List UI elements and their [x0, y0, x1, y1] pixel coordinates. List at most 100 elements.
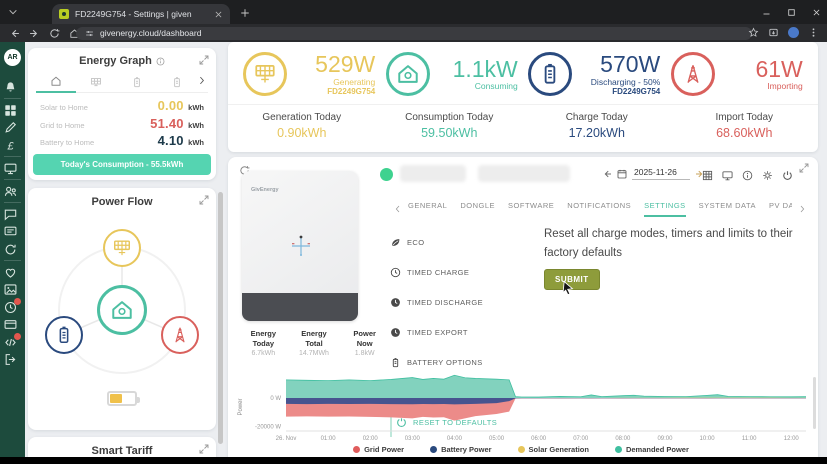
maximize-icon[interactable] — [787, 8, 796, 17]
tab-battery-icon[interactable] — [117, 73, 157, 92]
chat-icon[interactable] — [4, 208, 17, 221]
monitor-icon[interactable] — [4, 162, 17, 175]
date-field[interactable]: 2025-11-26 — [632, 167, 690, 180]
page-scrollbar[interactable] — [218, 192, 223, 444]
svg-text:£: £ — [6, 140, 14, 152]
svg-text:10:00: 10:00 — [700, 436, 716, 442]
info-icon[interactable] — [156, 57, 165, 66]
reset-description: Reset all charge modes, timers and limit… — [544, 225, 818, 263]
tab-general[interactable]: GENERAL — [408, 201, 447, 217]
extensions-icon[interactable] — [768, 27, 779, 38]
tabs-scroll-right-icon[interactable] — [798, 205, 806, 213]
tab-settings[interactable]: SETTINGS — [644, 201, 686, 217]
address-bar[interactable]: givenergy.cloud/dashboard — [76, 27, 752, 40]
profile-avatar[interactable] — [788, 27, 799, 38]
clockdark-icon — [390, 297, 401, 308]
new-tab-icon[interactable] — [240, 8, 250, 18]
grid-icon[interactable] — [4, 104, 17, 117]
tab-dongle[interactable]: DONGLE — [460, 201, 495, 217]
image-icon[interactable] — [4, 283, 17, 296]
energy-row-label: Battery to Home — [40, 138, 94, 147]
svg-text:09:00: 09:00 — [657, 436, 673, 442]
prev-day-icon[interactable] — [602, 169, 612, 179]
stats-card: 529WGeneratingFD2249G7541.1kWConsuming57… — [228, 42, 818, 152]
clock-icon — [390, 267, 401, 278]
logout-icon[interactable] — [4, 353, 17, 366]
clockdark-icon — [390, 327, 401, 338]
tab-search-icon[interactable] — [8, 7, 18, 17]
stat-power: 61W — [755, 57, 802, 81]
expand-icon[interactable] — [199, 444, 209, 454]
tab-home-icon[interactable] — [36, 72, 76, 93]
stat-card: 61WImporting — [666, 52, 809, 96]
reload-icon[interactable] — [49, 28, 60, 39]
power-flow-card: Power Flow — [28, 188, 216, 430]
menu-timed-discharge[interactable]: TIMED DISCHARGE — [390, 287, 538, 317]
info-icon[interactable] — [742, 170, 753, 181]
tab-system-data[interactable]: SYSTEM DATA — [699, 201, 756, 217]
tab-close-icon[interactable] — [214, 10, 223, 19]
card-icon[interactable] — [4, 318, 17, 331]
close-icon[interactable] — [812, 8, 821, 17]
clock-icon[interactable] — [4, 301, 17, 314]
pylon-icon — [671, 52, 715, 96]
battery-node-icon[interactable] — [45, 316, 83, 354]
message-icon[interactable] — [4, 225, 17, 238]
avatar[interactable]: AR — [4, 49, 21, 66]
expand-icon[interactable] — [799, 163, 809, 173]
pencil-icon[interactable] — [4, 121, 17, 134]
home-node-icon[interactable] — [97, 285, 147, 335]
browser-tab[interactable]: FD2249G754 - Settings | given — [52, 4, 230, 24]
bookmark-icon[interactable] — [748, 27, 759, 38]
expand-icon[interactable] — [199, 55, 209, 65]
tabs-scroll-left-icon[interactable] — [394, 205, 402, 213]
sync-icon[interactable] — [4, 243, 17, 256]
menu-timed-export[interactable]: TIMED EXPORT — [390, 317, 538, 347]
calendar-icon[interactable] — [617, 169, 627, 179]
code-icon[interactable] — [4, 336, 17, 349]
browser-menu-icon[interactable] — [808, 27, 819, 38]
data-table-icon[interactable] — [702, 170, 713, 181]
users-icon[interactable] — [4, 185, 17, 198]
svg-text:0 W: 0 W — [270, 396, 281, 402]
stat-today-value: 0.90kWh — [228, 126, 376, 140]
meter-label: PowerNow — [339, 329, 390, 349]
battery-icon — [528, 52, 572, 96]
card-scrollbar[interactable] — [813, 377, 816, 429]
bell-icon[interactable] — [4, 81, 17, 94]
redacted-device-name — [400, 165, 466, 182]
back-icon[interactable] — [9, 28, 20, 39]
remote-view-icon[interactable] — [722, 170, 733, 181]
legend-item: Solar Generation — [518, 445, 589, 454]
menu-timed-charge[interactable]: TIMED CHARGE — [390, 257, 538, 287]
inverter-detail-card: GivEnergy EnergyToday6.7kWhEnergyTotal14… — [228, 157, 818, 464]
solar-node-icon[interactable] — [103, 229, 141, 267]
tab-notifications[interactable]: NOTIFICATIONS — [567, 201, 631, 217]
letterbox — [0, 457, 827, 464]
svg-text:12:00: 12:00 — [784, 436, 800, 442]
meter: PowerNow1.8kW — [339, 329, 390, 357]
minimize-icon[interactable] — [762, 8, 771, 17]
header-actions — [702, 170, 793, 181]
stat-card: 529WGeneratingFD2249G754 — [238, 52, 381, 96]
tab-software[interactable]: SOFTWARE — [508, 201, 554, 217]
tab-solar-icon[interactable] — [76, 73, 116, 92]
pound-icon[interactable]: £ — [4, 139, 17, 152]
legend-label: Solar Generation — [529, 445, 589, 454]
legend-label: Demanded Power — [626, 445, 689, 454]
tab-battery2-icon[interactable] — [157, 73, 197, 92]
tab-pv-data[interactable]: PV DATA — [769, 201, 792, 217]
power-icon[interactable] — [782, 170, 793, 181]
menu-eco[interactable]: ECO — [390, 227, 538, 257]
stat-today: Charge Today17.20kWh — [523, 112, 671, 140]
app: AR £ Energy Graph Solar to Home0.00 kWhG… — [0, 42, 827, 457]
grid-node-icon[interactable] — [161, 316, 199, 354]
screen: FD2249G754 - Settings | given givenergy.… — [0, 0, 827, 464]
svg-text:Power: Power — [238, 398, 244, 415]
site-settings-icon[interactable] — [85, 29, 94, 38]
forward-icon[interactable] — [29, 28, 40, 39]
heart-icon[interactable] — [4, 266, 17, 279]
next-tab-icon[interactable] — [197, 76, 206, 85]
energy-row-value: 4.10 — [158, 133, 184, 148]
settings-icon[interactable] — [762, 170, 773, 181]
